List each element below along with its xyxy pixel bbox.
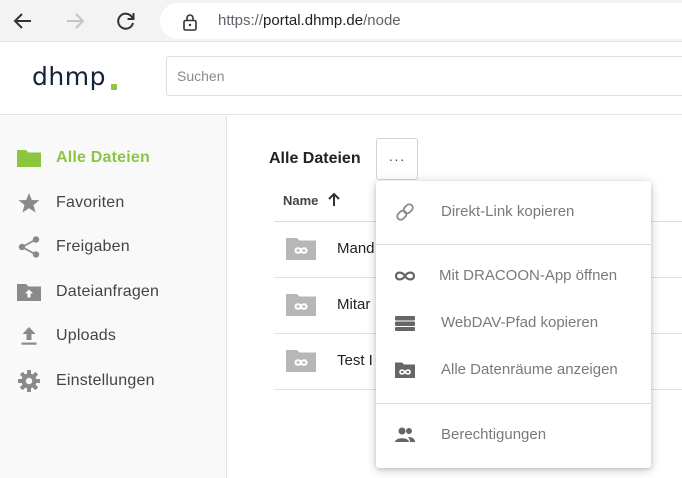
share-icon (16, 235, 42, 259)
sidebar: Alle Dateien Favoriten Freigaben Dateian… (0, 116, 227, 478)
search-input[interactable] (167, 57, 682, 95)
menu-item-label: Alle Datenräume anzeigen (441, 361, 618, 378)
menu-item-label: Mit DRACOON-App öffnen (439, 267, 618, 284)
app-header: dhmp (0, 43, 682, 115)
sidebar-item-uploads[interactable]: Uploads (0, 316, 226, 356)
search-box[interactable] (166, 56, 682, 96)
sidebar-item-label: Freigaben (56, 238, 130, 255)
menu-item-webdav[interactable]: WebDAV-Pfad kopieren (376, 301, 651, 345)
menu-item-label: Direkt-Link kopieren (441, 203, 575, 220)
page-title: Alle Dateien (269, 150, 361, 167)
sidebar-item-freigaben[interactable]: Freigaben (0, 227, 226, 267)
menu-item-dracoon-app[interactable]: Mit DRACOON-App öffnen (376, 254, 651, 298)
dataroom-folder-icon (286, 238, 316, 260)
sidebar-item-label: Einstellungen (56, 372, 155, 389)
menu-item-datenraeume[interactable]: Alle Datenräume anzeigen (376, 348, 651, 392)
forward-button[interactable] (60, 6, 90, 36)
sort-ascending-icon[interactable] (327, 192, 341, 208)
sidebar-item-einstellungen[interactable]: Einstellungen (0, 361, 226, 401)
link-icon (394, 202, 416, 222)
menu-item-berechtigungen[interactable]: Berechtigungen (376, 413, 651, 457)
menu-divider (376, 244, 651, 245)
dataroom-folder-icon (286, 294, 316, 316)
url-path: /node (363, 12, 401, 29)
folder-upload-icon (16, 280, 42, 304)
dracoon-icon (394, 266, 416, 286)
gear-icon (16, 369, 42, 393)
drive-icon (394, 313, 416, 333)
row-name: Test I (337, 352, 373, 369)
more-actions-button[interactable]: ··· (376, 138, 418, 180)
address-bar[interactable]: https://portal.dhmp.de/node (160, 3, 682, 39)
row-name: Mitar (337, 296, 371, 313)
more-icon: ··· (388, 151, 406, 167)
arrow-right-icon (67, 13, 85, 29)
dataroom-folder-icon (286, 350, 316, 372)
browser-toolbar: https://portal.dhmp.de/node (0, 0, 682, 42)
reload-button[interactable] (111, 6, 141, 36)
column-header-name[interactable]: Name (283, 193, 318, 208)
upload-icon (16, 324, 42, 348)
logo[interactable]: dhmp (32, 62, 106, 91)
menu-item-direkt-link[interactable]: Direkt-Link kopieren (376, 190, 651, 234)
row-name: Mand (337, 240, 375, 257)
star-icon (16, 191, 42, 215)
folder-icon (16, 146, 42, 170)
more-actions-menu: Direkt-Link kopieren Mit DRACOON-App öff… (376, 181, 651, 468)
url-text: https://portal.dhmp.de/node (218, 12, 401, 29)
dataroom-icon (394, 360, 416, 380)
back-button[interactable] (8, 6, 38, 36)
reload-icon (117, 12, 135, 30)
sidebar-item-label: Dateianfragen (56, 283, 160, 300)
sidebar-item-label: Favoriten (56, 194, 125, 211)
url-host: portal.dhmp.de (263, 12, 364, 29)
menu-item-label: WebDAV-Pfad kopieren (441, 314, 599, 331)
logo-dot (111, 84, 117, 90)
arrow-left-icon (13, 13, 31, 29)
menu-divider (376, 403, 651, 404)
sidebar-item-alle-dateien[interactable]: Alle Dateien (0, 138, 226, 178)
url-scheme: https:// (218, 12, 264, 29)
people-icon (394, 425, 416, 445)
sidebar-item-favoriten[interactable]: Favoriten (0, 183, 226, 223)
sidebar-item-label: Alle Dateien (56, 149, 150, 166)
sidebar-item-label: Uploads (56, 327, 117, 344)
menu-item-label: Berechtigungen (441, 426, 547, 443)
lock-icon (183, 14, 197, 31)
sidebar-item-dateianfragen[interactable]: Dateianfragen (0, 272, 226, 312)
